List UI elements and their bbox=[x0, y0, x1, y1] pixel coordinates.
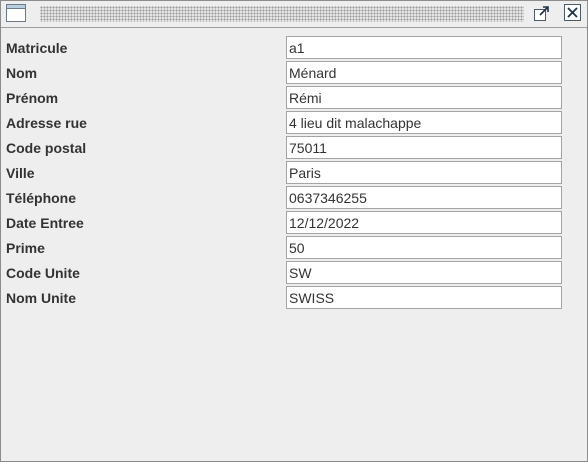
code-unite-field[interactable] bbox=[286, 261, 562, 284]
code-unite-label: Code Unite bbox=[6, 265, 80, 281]
form-row-date-entree: Date Entree bbox=[1, 210, 587, 235]
prenom-field[interactable] bbox=[286, 86, 562, 109]
date-entree-label: Date Entree bbox=[6, 215, 84, 231]
prenom-label: Prénom bbox=[6, 90, 59, 106]
nom-field[interactable] bbox=[286, 61, 562, 84]
adresse-rue-field[interactable] bbox=[286, 111, 562, 134]
prime-label: Prime bbox=[6, 240, 45, 256]
form-row-prenom: Prénom bbox=[1, 85, 587, 110]
title-drag-grip[interactable] bbox=[40, 6, 524, 22]
window-icon[interactable] bbox=[6, 4, 26, 22]
title-bar[interactable] bbox=[1, 1, 587, 28]
prime-field[interactable] bbox=[286, 236, 562, 259]
form-row-adresse-rue: Adresse rue bbox=[1, 110, 587, 135]
form-row-ville: Ville bbox=[1, 160, 587, 185]
form-row-code-unite: Code Unite bbox=[1, 260, 587, 285]
nom-unite-label: Nom Unite bbox=[6, 290, 76, 306]
form-row-matricule: Matricule bbox=[1, 35, 587, 60]
date-entree-field[interactable] bbox=[286, 211, 562, 234]
ville-field[interactable] bbox=[286, 161, 562, 184]
code-postal-label: Code postal bbox=[6, 140, 87, 156]
close-icon[interactable] bbox=[564, 4, 582, 22]
nom-label: Nom bbox=[6, 65, 38, 81]
form-row-nom-unite: Nom Unite bbox=[1, 285, 587, 310]
internal-frame: Matricule Nom Prénom Adresse rue Code po… bbox=[0, 0, 588, 462]
telephone-field[interactable] bbox=[286, 186, 562, 209]
code-postal-field[interactable] bbox=[286, 136, 562, 159]
form-row-code-postal: Code postal bbox=[1, 135, 587, 160]
maximize-icon[interactable] bbox=[533, 4, 551, 22]
ville-label: Ville bbox=[6, 165, 35, 181]
form-row-nom: Nom bbox=[1, 60, 587, 85]
matricule-field[interactable] bbox=[286, 36, 562, 59]
form-row-telephone: Téléphone bbox=[1, 185, 587, 210]
adresse-rue-label: Adresse rue bbox=[6, 115, 87, 131]
nom-unite-field[interactable] bbox=[286, 286, 562, 309]
form-row-prime: Prime bbox=[1, 235, 587, 260]
telephone-label: Téléphone bbox=[6, 190, 77, 206]
matricule-label: Matricule bbox=[6, 40, 68, 56]
